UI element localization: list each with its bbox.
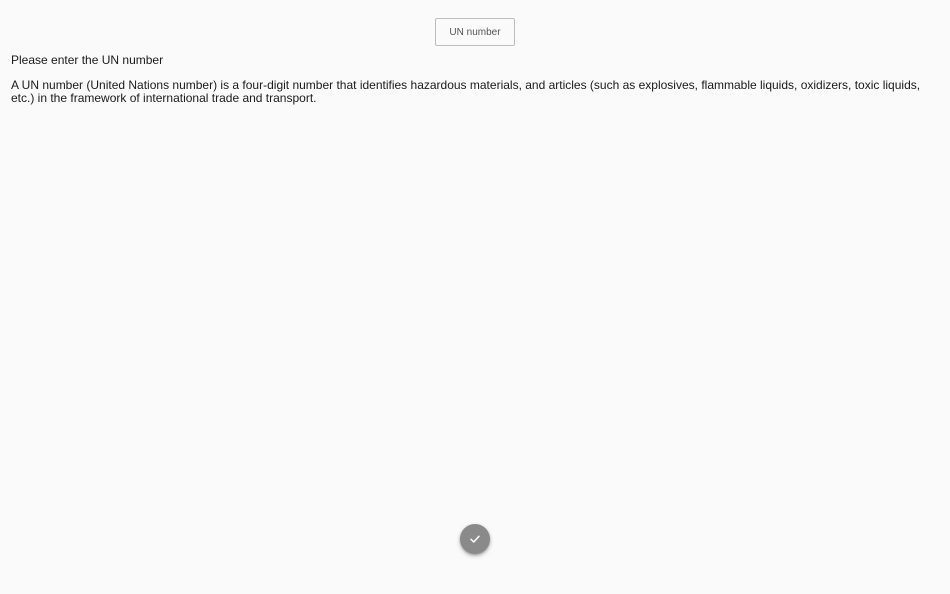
un-number-page: Please enter the UN number A UN number (… — [0, 0, 950, 594]
submit-button[interactable] — [460, 524, 490, 554]
un-number-description: A UN number (United Nations number) is a… — [11, 78, 921, 105]
un-number-field-container — [435, 18, 515, 46]
un-number-prompt: Please enter the UN number — [11, 53, 164, 67]
check-icon — [469, 533, 481, 545]
un-number-input[interactable] — [435, 18, 515, 46]
